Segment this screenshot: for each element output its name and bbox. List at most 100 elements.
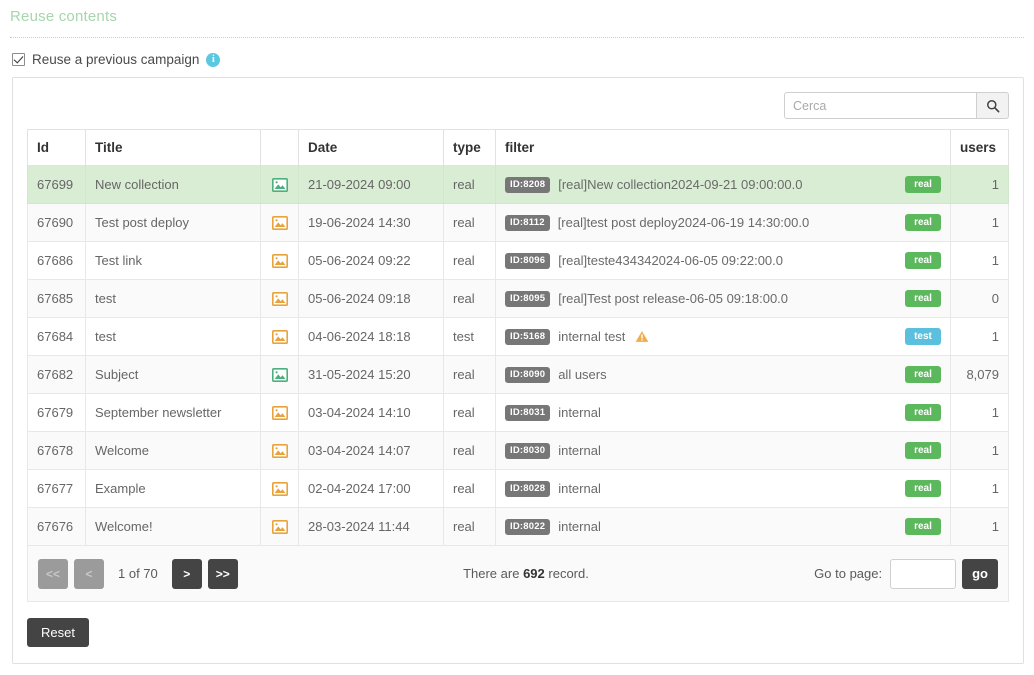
warning-icon: [636, 331, 649, 342]
column-header-title[interactable]: Title: [85, 129, 261, 166]
cell-thumbnail[interactable]: [260, 279, 299, 318]
next-page-button[interactable]: >: [171, 558, 202, 589]
cell-type: test: [443, 317, 496, 356]
table-row[interactable]: 67686 Test link 05-06-2024 09:22 real ID:809…: [27, 241, 1009, 280]
filter-id-tag: ID:8028: [505, 480, 551, 497]
campaigns-table: Id Title Date type filter users 67699 New…: [27, 129, 1009, 546]
filter-id-tag: ID:8022: [505, 518, 551, 535]
column-header-filter[interactable]: filter: [495, 129, 951, 166]
cell-filter: ID:8022 internal real: [495, 507, 951, 546]
cell-type: real: [443, 241, 496, 280]
cell-id: 67679: [27, 393, 86, 432]
table-row[interactable]: 67679 September newsletter 03-04-2024 14:1…: [27, 393, 1009, 432]
column-header-thumb: [260, 129, 299, 166]
info-icon[interactable]: i: [206, 52, 221, 67]
record-suffix: record.: [548, 566, 589, 581]
search-bar: [27, 90, 1009, 129]
status-badge: real: [905, 214, 941, 231]
cell-type: real: [443, 469, 496, 508]
cell-id: 67686: [27, 241, 86, 280]
thumbnail-icon: [271, 254, 288, 269]
filter-id-tag: ID:8096: [505, 252, 551, 269]
table-row[interactable]: 67676 Welcome! 28-03-2024 11:44 real ID:8022…: [27, 507, 1009, 546]
filter-id-tag: ID:5168: [505, 328, 551, 345]
table-row[interactable]: 67677 Example 02-04-2024 17:00 real ID:8028 i…: [27, 469, 1009, 508]
cell-title: test: [85, 279, 261, 318]
cell-filter: ID:8208 [real]New collection2024-09-21 09…: [495, 165, 951, 204]
cell-thumbnail[interactable]: [260, 203, 299, 242]
goto-page-label: Go to page:: [814, 566, 883, 581]
status-badge: real: [905, 518, 941, 535]
thumbnail-icon: [271, 292, 288, 307]
column-header-type[interactable]: type: [443, 129, 496, 166]
reset-button[interactable]: Reset: [27, 618, 89, 647]
cell-thumbnail[interactable]: [260, 507, 299, 546]
pagination-bar: << < 1 of 70 > >> There are 692 record. …: [27, 546, 1009, 602]
cell-thumbnail[interactable]: [260, 165, 299, 204]
filter-text: internal: [558, 443, 601, 458]
cell-type: real: [443, 355, 496, 394]
reuse-campaign-checkbox[interactable]: [12, 53, 25, 66]
cell-type: real: [443, 203, 496, 242]
cell-type: real: [443, 431, 496, 470]
page-title: Reuse contents: [10, 8, 118, 25]
table-row[interactable]: 67690 Test post deploy 19-06-2024 14:30 rea…: [27, 203, 1009, 242]
filter-text: [real]test post deploy2024-06-19 14:30:0…: [557, 215, 810, 230]
cell-users: 1: [950, 507, 1009, 546]
cell-thumbnail[interactable]: [260, 393, 299, 432]
record-count: 692: [523, 566, 545, 581]
thumbnail-icon: [271, 444, 288, 459]
campaign-picker-panel: Id Title Date type filter users 67699New…: [12, 77, 1024, 664]
search-button[interactable]: [976, 92, 1009, 119]
reuse-draft-option[interactable]: Reuse a draft: [0, 664, 1034, 675]
cell-id: 67676: [27, 507, 86, 546]
last-page-button[interactable]: >>: [207, 558, 238, 589]
table-row[interactable]: 67685 test 05-06-2024 09:18 real ID:8095 [rea…: [27, 279, 1009, 318]
filter-id-tag: ID:8030: [505, 442, 551, 459]
cell-thumbnail[interactable]: [260, 431, 299, 470]
status-badge: real: [905, 480, 941, 497]
filter-id-tag: ID:8090: [505, 366, 551, 383]
cell-type: real: [443, 279, 496, 318]
table-row[interactable]: 67684 test 04-06-2024 18:18 test ID:5168 inte…: [27, 317, 1009, 356]
search-input[interactable]: [784, 92, 976, 119]
cell-thumbnail[interactable]: [260, 241, 299, 280]
table-row[interactable]: 67682 Subject 31-05-2024 15:20 real ID:8090 a…: [27, 355, 1009, 394]
page-status: 1 of 70: [118, 566, 158, 581]
cell-thumbnail[interactable]: [260, 469, 299, 508]
column-header-id[interactable]: Id: [27, 129, 86, 166]
cell-id: 67685: [27, 279, 86, 318]
record-count-text: There are 692 record.: [238, 566, 814, 581]
table-row[interactable]: 67678 Welcome 03-04-2024 14:07 real ID:8030 i…: [27, 431, 1009, 470]
cell-users: 1: [950, 241, 1009, 280]
first-page-button[interactable]: <<: [38, 558, 68, 589]
column-header-date[interactable]: Date: [298, 129, 444, 166]
table-head: Id Title Date type filter users: [27, 129, 1009, 166]
go-button[interactable]: go: [962, 558, 998, 589]
cell-filter: ID:5168 internal test test: [495, 317, 951, 356]
thumbnail-icon: [271, 330, 288, 345]
prev-page-button[interactable]: <: [74, 558, 104, 589]
cell-id: 67682: [27, 355, 86, 394]
cell-users: 1: [950, 431, 1009, 470]
table-row[interactable]: 67699 New collection 21-09-2024 09:00 real I…: [27, 165, 1009, 204]
cell-users: 1: [950, 469, 1009, 508]
thumbnail-icon: [271, 520, 288, 535]
cell-users: 1: [950, 393, 1009, 432]
column-header-users[interactable]: users: [950, 129, 1009, 166]
reuse-campaign-option[interactable]: Reuse a previous campaign i: [0, 38, 1034, 67]
goto-page-group: Go to page: go: [814, 558, 998, 589]
thumbnail-icon: [271, 178, 288, 193]
cell-id: 67690: [27, 203, 86, 242]
cell-thumbnail[interactable]: [260, 317, 299, 356]
cell-filter: ID:8095 [real]Test post release-06-05 09:…: [495, 279, 951, 318]
reuse-campaign-label: Reuse a previous campaign: [32, 52, 200, 67]
status-badge: real: [905, 290, 941, 307]
cell-thumbnail[interactable]: [260, 355, 299, 394]
filter-id-tag: ID:8095: [505, 290, 551, 307]
goto-page-input[interactable]: [890, 558, 957, 589]
cell-id: 67684: [27, 317, 86, 356]
cell-filter: ID:8028 internal real: [495, 469, 951, 508]
thumbnail-icon: [271, 216, 288, 231]
cell-filter: ID:8031 internal real: [495, 393, 951, 432]
